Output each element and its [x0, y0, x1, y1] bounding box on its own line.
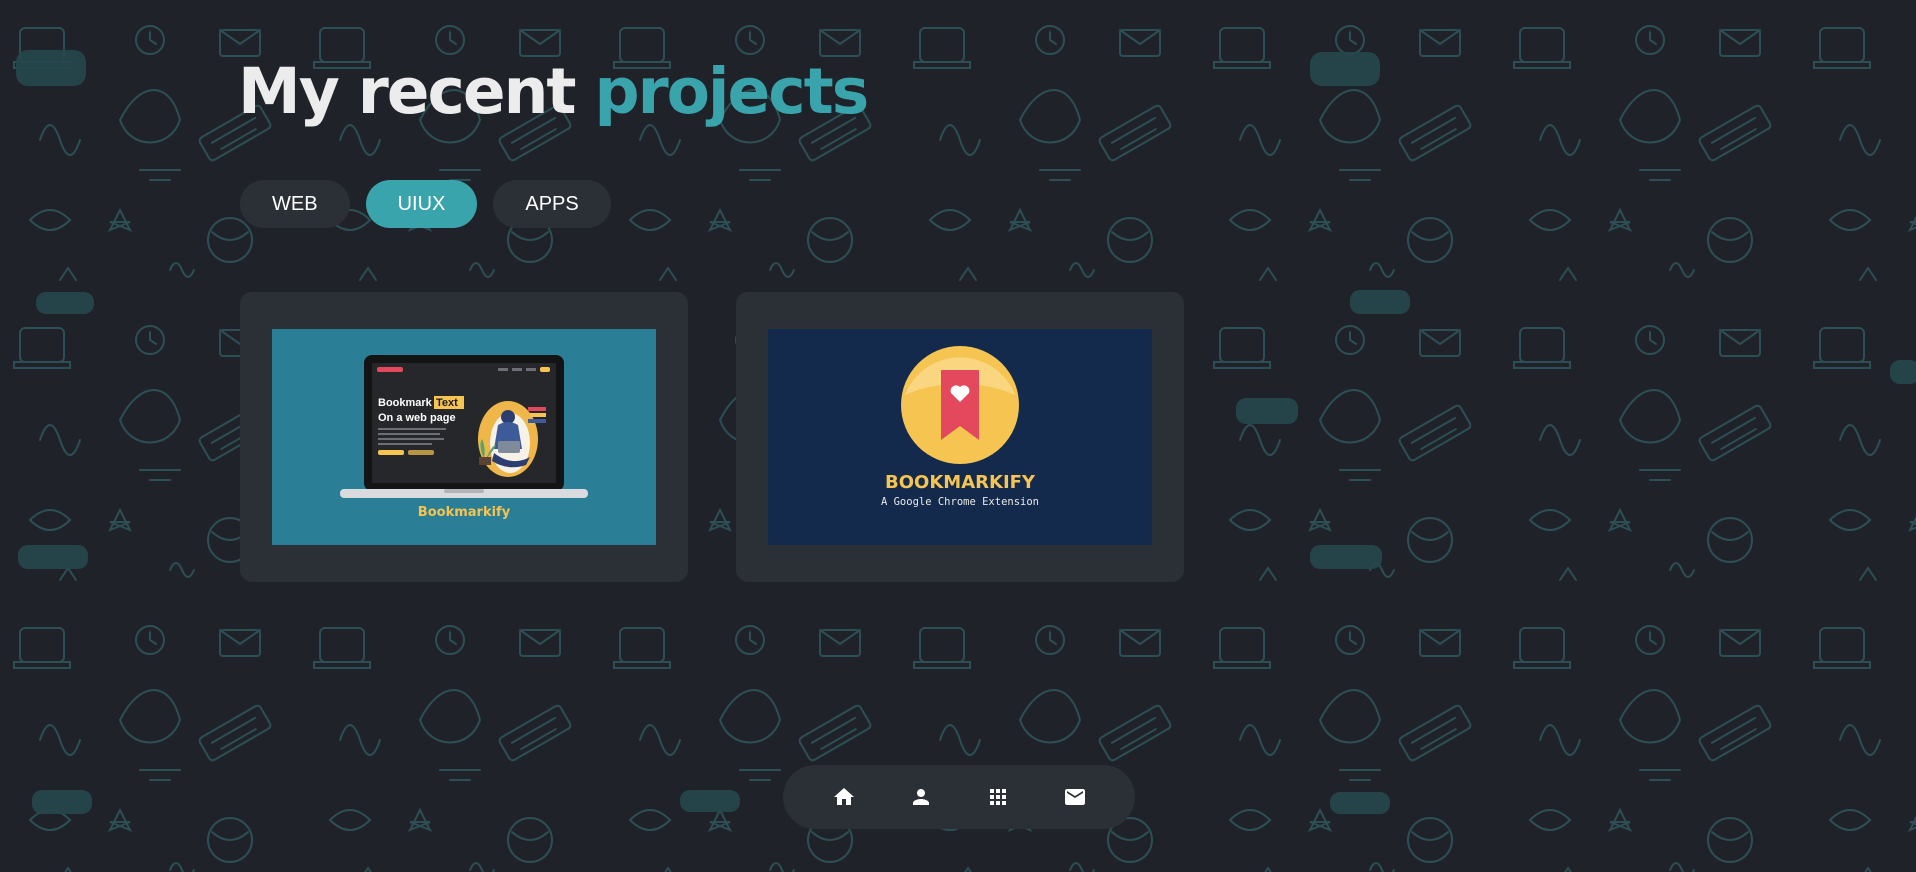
project-filter-tabs: WEB UIUX APPS	[240, 180, 611, 228]
nav-projects-button[interactable]	[976, 775, 1020, 819]
nav-about-button[interactable]	[899, 775, 943, 819]
filter-web-button[interactable]: WEB	[240, 180, 350, 228]
title-accent: projects	[594, 55, 869, 128]
project-card-bookmarkify-extension[interactable]: BOOKMARKIFY A Google Chrome Extension	[736, 292, 1184, 582]
home-icon	[833, 788, 854, 805]
thumbnail-title: BOOKMARKIFY	[885, 472, 1036, 493]
apps-grid-icon	[989, 789, 1006, 805]
thumbnail-subtitle: A Google Chrome Extension	[881, 496, 1039, 508]
page-title: My recent projects	[238, 52, 869, 132]
bottom-navigation	[783, 765, 1135, 829]
mail-icon	[1064, 789, 1085, 805]
thumbnail-headline-highlight: Text	[436, 397, 458, 409]
thumbnail-headline-line2: On a web page	[378, 412, 456, 424]
project-card-bookmarkify-mockup[interactable]: Bookmark any Text On a web page Bookmark…	[240, 292, 688, 582]
filter-apps-button[interactable]: APPS	[493, 180, 611, 228]
nav-contact-button[interactable]	[1053, 775, 1097, 819]
project-thumbnail[interactable]: BOOKMARKIFY A Google Chrome Extension	[768, 329, 1152, 545]
thumbnail-caption: Bookmarkify	[418, 505, 511, 520]
nav-home-button[interactable]	[822, 775, 866, 819]
project-thumbnail[interactable]: Bookmark any Text On a web page Bookmark…	[272, 329, 656, 545]
title-prefix: My recent	[238, 55, 577, 128]
filter-uiux-button[interactable]: UIUX	[365, 180, 478, 228]
person-icon	[912, 789, 929, 805]
